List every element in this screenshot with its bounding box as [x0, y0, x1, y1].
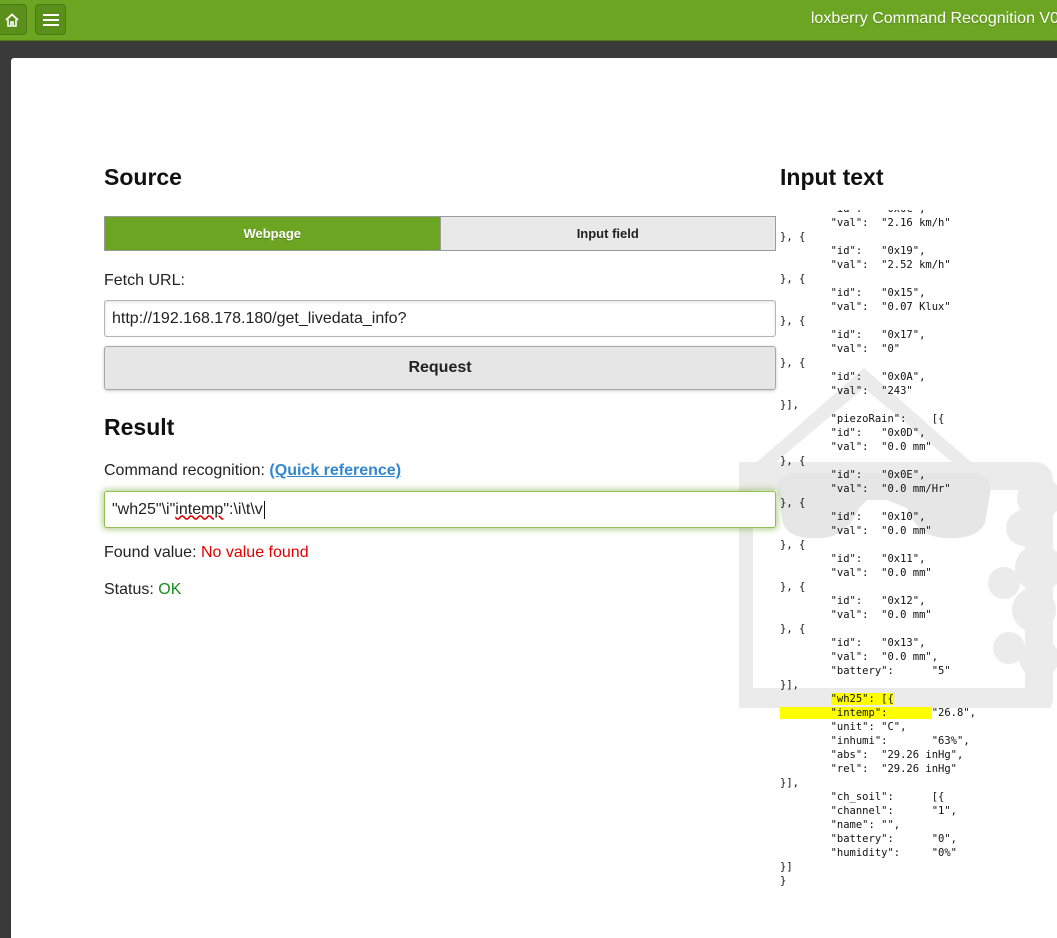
tab-input-field[interactable]: Input field	[439, 217, 775, 250]
menu-button[interactable]	[35, 4, 66, 35]
source-selector: Webpage Input field	[104, 216, 776, 251]
top-bar: loxberry Command Recognition V0	[0, 0, 1057, 41]
fetch-url-value: http://192.168.178.180/get_livedata_info…	[112, 309, 407, 327]
result-heading: Result	[104, 414, 175, 440]
command-word: intemp	[175, 500, 224, 518]
input-text-area[interactable]: "id": "0x0C", "val": "2.16 km/h" }, { "i…	[780, 210, 1057, 894]
quick-reference-link[interactable]: (Quick reference)	[269, 462, 401, 479]
content-panel: Source Webpage Input field Fetch URL: ht…	[11, 58, 1057, 938]
highlight-intemp: "intemp":	[780, 707, 932, 719]
command-label-text: Command recognition:	[104, 462, 270, 479]
input-text-content: "id": "0x0C", "val": "2.16 km/h" }, { "i…	[780, 210, 976, 888]
command-prefix: "wh25"\i"	[112, 500, 176, 518]
found-value-row: Found value: No value found	[104, 544, 309, 562]
command-suffix: ":\i\t\v	[223, 500, 263, 518]
status-value: OK	[158, 581, 182, 598]
input-text-after: "unit": "C", "inhumi": "63%", "abs": "29…	[780, 721, 970, 887]
found-value-label: Found value:	[104, 544, 201, 561]
app-title: loxberry Command Recognition V0	[810, 10, 1057, 27]
found-value: No value found	[200, 544, 309, 561]
command-recognition-label: Command recognition: (Quick reference)	[104, 462, 401, 480]
hamburger-menu-icon	[42, 13, 59, 26]
source-heading: Source	[104, 164, 182, 190]
home-button[interactable]	[0, 4, 27, 35]
home-icon	[4, 12, 19, 27]
status-row: Status: OK	[104, 581, 181, 599]
fetch-url-label: Fetch URL:	[104, 272, 185, 289]
input-text-before: "id": "0x0C", "val": "2.16 km/h" }, { "i…	[780, 210, 951, 691]
fetch-url-input[interactable]: http://192.168.178.180/get_livedata_info…	[104, 300, 776, 337]
input-text-indent	[780, 693, 831, 705]
command-recognition-input[interactable]: "wh25"\i" intemp ":\i\t\v	[104, 491, 776, 528]
tab-webpage[interactable]: Webpage	[105, 217, 440, 250]
highlight-wh25: "wh25": [{	[830, 693, 894, 705]
text-caret	[263, 500, 265, 519]
input-text-heading: Input text	[780, 164, 884, 190]
status-label: Status:	[104, 581, 159, 598]
input-text-intemp-value: "26.8",	[931, 707, 976, 719]
request-button[interactable]: Request	[104, 346, 776, 390]
